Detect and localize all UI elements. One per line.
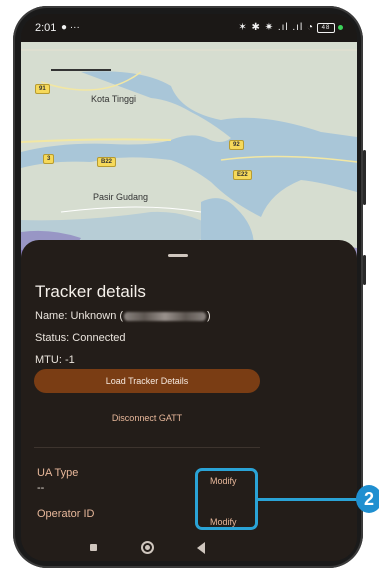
divider xyxy=(34,447,260,448)
tracker-name-suffix: ) xyxy=(207,310,211,322)
back-icon[interactable] xyxy=(197,542,205,554)
status-bar: 2:01 ● ··· ✶ ✱ ✷ .ıl .ıl ◔ 48 xyxy=(21,14,357,42)
disconnect-gatt-button[interactable]: Disconnect GATT xyxy=(34,413,260,423)
road-shield: B22 xyxy=(97,157,117,167)
sheet-drag-handle[interactable] xyxy=(168,254,188,257)
ua-type-label: UA Type xyxy=(37,467,79,479)
status-right-icons: ✶ ✱ ✷ .ıl .ıl ◔ 48 xyxy=(238,22,343,33)
road-shield: 3 xyxy=(43,154,55,164)
volume-button xyxy=(363,150,366,205)
status-left-icons: ● ··· xyxy=(61,22,80,33)
tracker-mtu: MTU: -1 xyxy=(35,354,75,366)
screen: 2:01 ● ··· ✶ ✱ ✷ .ıl .ıl ◔ 48 Kota Tingg… xyxy=(21,14,357,561)
home-icon[interactable] xyxy=(141,541,154,554)
map-graphic xyxy=(21,42,357,262)
map-label-kota-tinggi: Kota Tinggi xyxy=(91,94,137,104)
redacted-address xyxy=(124,311,207,321)
modify-highlight-box xyxy=(195,468,258,530)
load-tracker-details-button[interactable]: Load Tracker Details xyxy=(34,369,260,393)
road-shield: 92 xyxy=(229,140,244,150)
map-view[interactable]: Kota Tinggi Pasir Gudang 91 3 B22 92 E22 xyxy=(21,42,357,262)
operator-id-label: Operator ID xyxy=(37,508,95,520)
privacy-dot-icon xyxy=(338,25,343,30)
tracker-details-sheet: Tracker details Name: Unknown () Status:… xyxy=(21,240,357,561)
callout-connector xyxy=(258,498,360,501)
tracker-name-prefix: Name: Unknown ( xyxy=(35,310,124,322)
status-time: 2:01 xyxy=(35,22,57,34)
recents-icon[interactable] xyxy=(90,544,97,551)
ua-type-value: -- xyxy=(37,482,45,494)
navigation-bar xyxy=(21,535,357,561)
sheet-title: Tracker details xyxy=(35,282,146,301)
power-button xyxy=(363,255,366,285)
tracker-status: Status: Connected xyxy=(35,332,126,344)
road-shield: E22 xyxy=(233,170,252,180)
tracker-name: Name: Unknown () xyxy=(35,310,211,322)
map-label-pasir-gudang: Pasir Gudang xyxy=(93,192,149,202)
callout-badge: 2 xyxy=(356,485,379,513)
signal-icons: ✶ ✱ ✷ .ıl .ıl ◔ xyxy=(238,22,314,33)
road-shield: 91 xyxy=(35,84,50,94)
battery-icon: 48 xyxy=(317,22,335,33)
